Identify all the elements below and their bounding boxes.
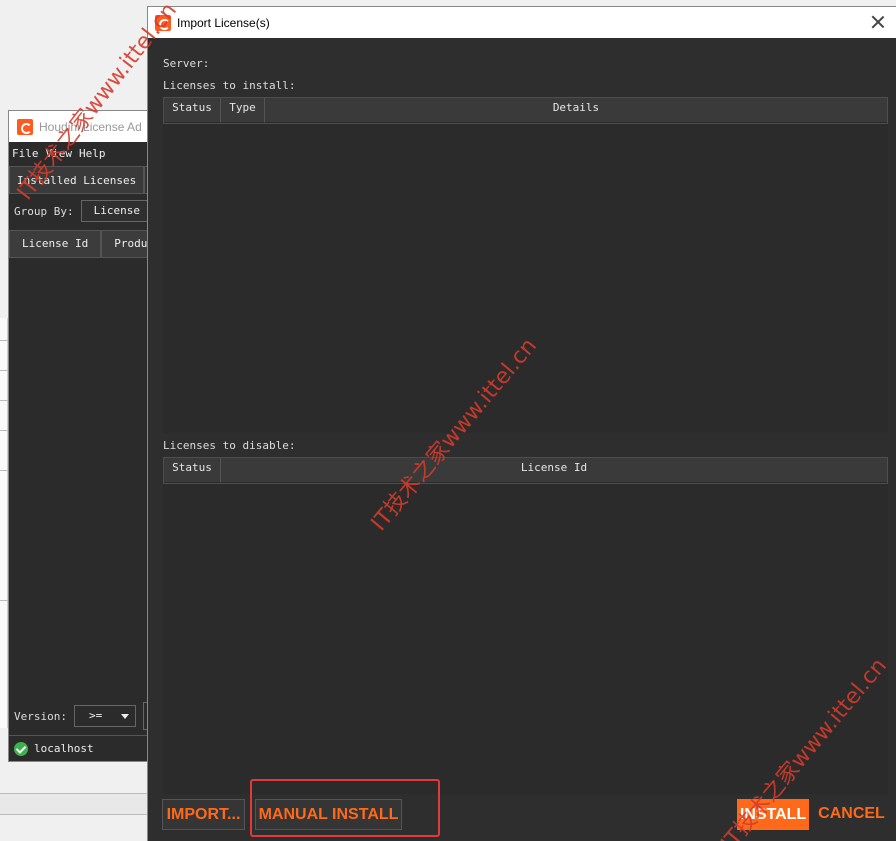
houdini-logo-icon	[17, 118, 33, 135]
menu-help[interactable]: Help	[79, 147, 106, 160]
server-status-bar: localhost	[9, 735, 152, 761]
dialog-title: Import License(s)	[177, 15, 270, 30]
licenses-to-disable-label: Licenses to disable:	[163, 439, 296, 452]
annotation-highlight-box	[250, 779, 440, 837]
group-by-row: Group By: License I	[14, 200, 167, 222]
version-filter-row: Version: >= 1	[14, 702, 163, 730]
install-column-status[interactable]: Status	[164, 98, 221, 123]
group-by-label: Group By:	[14, 204, 74, 218]
disable-table-header: Status License Id	[163, 457, 888, 484]
background-window-edge	[0, 318, 8, 728]
license-administrator-window: Houdini License Ad File View Help Instal…	[8, 110, 174, 762]
import-licenses-dialog: Import License(s) Server: Licenses to in…	[147, 6, 896, 841]
licenses-to-install-label: Licenses to install:	[163, 79, 296, 92]
cancel-button[interactable]: CANCEL	[814, 799, 889, 830]
version-label: Version:	[14, 709, 67, 723]
close-icon[interactable]	[870, 14, 886, 30]
import-button[interactable]: IMPORT...	[162, 799, 245, 830]
check-circle-icon	[14, 741, 28, 756]
column-license-id[interactable]: License Id	[9, 230, 102, 258]
bg-table-body	[9, 258, 152, 698]
version-operator-select[interactable]: >=	[73, 705, 136, 727]
background-taskbar-edge	[0, 793, 150, 815]
disable-column-license-id[interactable]: License Id	[221, 458, 887, 483]
server-name: localhost	[34, 742, 94, 755]
dialog-titlebar: Import License(s)	[148, 7, 896, 38]
install-column-details[interactable]: Details	[265, 98, 887, 123]
install-table-header: Status Type Details	[163, 97, 888, 124]
disable-table-body	[163, 484, 888, 794]
disable-column-status[interactable]: Status	[164, 458, 221, 483]
install-table-body	[163, 124, 888, 433]
install-column-type[interactable]: Type	[221, 98, 265, 123]
server-label: Server:	[163, 57, 210, 70]
